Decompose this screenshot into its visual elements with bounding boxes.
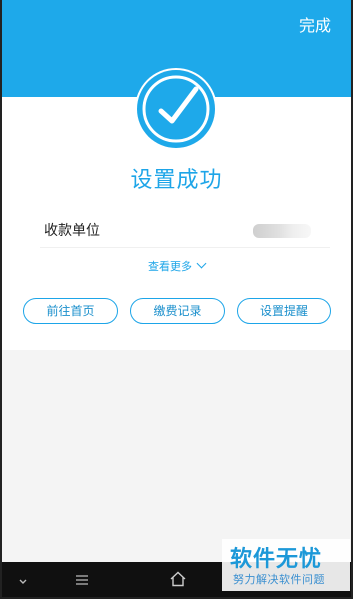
menu-icon[interactable] [74,572,90,591]
payee-label: 收款单位 [44,223,100,239]
watermark-title: 软件无忧 [230,547,323,572]
set-reminder-button[interactable]: 设置提醒 [237,298,331,324]
done-button[interactable]: 完成 [299,12,331,36]
view-more-link[interactable]: 查看更多 [0,258,353,274]
view-more-label: 查看更多 [148,260,192,273]
watermark-subtitle: 努力解决软件问题 [233,573,325,586]
row-divider [40,247,330,248]
check-circle-icon [134,67,218,151]
home-icon[interactable] [169,570,187,592]
chevron-down-icon[interactable] [18,572,28,591]
payment-records-button[interactable]: 缴费记录 [130,298,225,324]
go-home-button[interactable]: 前往首页 [23,298,118,324]
chevron-down-icon [196,258,207,269]
payee-value-blurred [253,224,311,238]
success-title: 设置成功 [130,168,223,193]
